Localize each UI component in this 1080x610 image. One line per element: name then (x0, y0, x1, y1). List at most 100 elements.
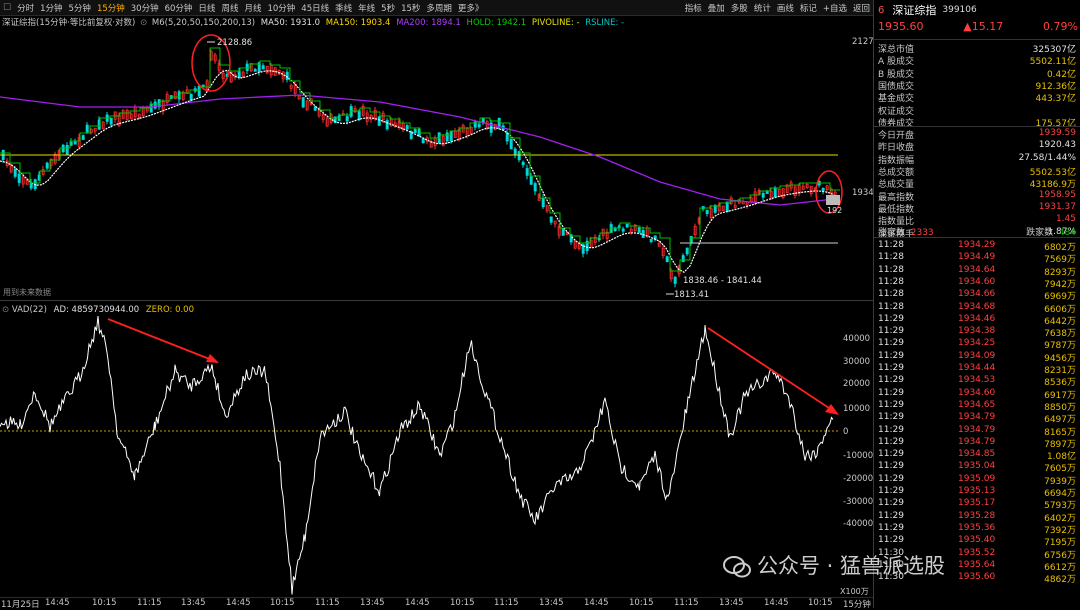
quote-header: 6 深证综指 399106 (878, 2, 1078, 18)
period-tab[interactable]: 更多》 (455, 2, 487, 14)
tick-volume: 7942万 (1044, 279, 1076, 290)
period-tab[interactable]: 日线 (195, 2, 218, 14)
time-label: 14:45 (764, 598, 789, 608)
vad-settings-icon[interactable]: ⊙ (2, 305, 9, 315)
candle (685, 247, 689, 255)
vad-axis-label: 30000 (843, 357, 870, 367)
candle (405, 125, 409, 130)
tick-volume: 8850万 (1044, 402, 1076, 413)
tick-row: 11:29 1935.17 5793万 (874, 498, 1080, 511)
toolbar-button[interactable]: 画线 (774, 2, 797, 14)
vad-axis-label: -10000 (843, 451, 873, 461)
tick-row: 11:28 1934.68 6606万 (874, 302, 1080, 315)
period-tab[interactable]: 45日线 (298, 2, 332, 14)
stat-row: 总成交量 43186.9万 (874, 177, 1080, 191)
quote-price-line: 1935.60 ▲15.17 0.79% (878, 20, 1078, 36)
period-tab[interactable]: 年线 (355, 2, 378, 14)
ma50-line (0, 69, 835, 273)
period-tab[interactable]: 1分钟 (37, 2, 65, 14)
period-tab[interactable]: 5分钟 (66, 2, 94, 14)
tick-price: 1934.85 (958, 449, 996, 460)
period-tab[interactable]: 15秒 (398, 2, 423, 14)
period-tab[interactable]: 60分钟 (162, 2, 196, 14)
period-tab[interactable]: 月线 (241, 2, 264, 14)
ad-value: AD: 4859730944.00 (53, 305, 140, 315)
tick-row: 11:29 1934.44 8231万 (874, 363, 1080, 376)
period-tab[interactable]: 30分钟 (128, 2, 162, 14)
price-chart[interactable]: 2128.86 1838.46 - 1841.44 1813.41 192 21… (0, 27, 873, 298)
future-data-note: 用到未来数据 (3, 287, 51, 297)
time-label: 10:15 (808, 598, 833, 608)
toolbar-button[interactable]: 多股 (728, 2, 751, 14)
time-label: 10:15 (450, 598, 475, 608)
tick-volume: 7195万 (1044, 538, 1076, 549)
stat-row: 昨日收盘 1920.43 (874, 140, 1080, 153)
candle (85, 124, 89, 133)
tick-time: 11:29 (878, 436, 904, 447)
period-tab[interactable]: 多周期 (423, 2, 455, 14)
tick-row: 11:29 1934.25 9787万 (874, 338, 1080, 352)
tick-volume: 9456万 (1044, 353, 1076, 364)
toolbar-button[interactable]: 标记 (797, 2, 820, 14)
period-tab[interactable]: 10分钟 (264, 2, 298, 14)
vad-axis-label: -30000 (843, 497, 873, 507)
stat-value: 5502.53亿 (1029, 168, 1076, 178)
stat-value: 1958.95 (1038, 189, 1076, 200)
candle (513, 148, 517, 156)
tick-time: 11:29 (878, 375, 904, 386)
tick-row: 11:29 1934.46 6442万 (874, 313, 1080, 327)
stat-label: 最高指数 (878, 192, 915, 203)
toolbar-button[interactable]: +自选 (820, 2, 850, 14)
time-label: 14:45 (45, 598, 70, 608)
tick-price: 1934.46 (958, 313, 996, 324)
chart-menu-icon[interactable]: ☐ (0, 3, 14, 13)
candle (705, 209, 709, 215)
tick-row: 11:29 1935.13 6694万 (874, 486, 1080, 499)
period-tab[interactable]: 季线 (332, 2, 355, 14)
watermark-text: 公众号 · 猛兽派选股 (757, 554, 946, 578)
tick-price: 1934.79 (958, 412, 996, 423)
stat-label: 今日开盘 (878, 131, 915, 142)
tick-time: 11:29 (878, 522, 904, 533)
period-tab[interactable]: 分时 (14, 2, 37, 14)
stat-row: 今日开盘 1939.59 (874, 128, 1080, 142)
period-tab[interactable]: 周线 (218, 2, 241, 14)
time-label: 11:15 (315, 598, 340, 608)
tick-time: 11:28 (878, 252, 904, 263)
candle (649, 238, 653, 243)
period-tab[interactable]: 5秒 (378, 2, 398, 14)
tick-row: 11:29 1935.28 6402万 (874, 511, 1080, 524)
tick-volume: 7638万 (1044, 329, 1076, 340)
tick-volume: 7897万 (1044, 439, 1076, 450)
candle (509, 139, 513, 150)
tick-price: 1934.29 (958, 240, 996, 250)
time-label: 11:15 (674, 598, 699, 608)
divergence-arrows (107, 318, 839, 415)
toolbar-button[interactable]: 指标 (682, 2, 705, 14)
candle (541, 197, 545, 208)
candle (65, 145, 69, 155)
candle (245, 63, 249, 71)
candle (237, 70, 241, 78)
tick-row: 11:28 1934.29 6802万 (874, 240, 1080, 253)
toolbar-button[interactable]: 返回 (850, 2, 873, 14)
tick-price: 1934.53 (958, 375, 996, 386)
toolbar-button[interactable]: 统计 (751, 2, 774, 14)
vad-axis-label: 0 (843, 427, 848, 437)
tick-price: 1934.65 (958, 399, 996, 410)
tick-price: 1934.79 (958, 424, 996, 435)
tick-time: 11:29 (878, 473, 904, 484)
candle (261, 65, 265, 70)
toolbar-button[interactable]: 叠加 (705, 2, 728, 14)
period-tabs: 分时 1分钟 5分钟 15分钟 30分钟 60分钟 日线 周线 月线 10分钟 45日线 季线 年线 5秒… (14, 2, 486, 14)
tick-volume: 6612万 (1044, 562, 1076, 573)
tick-row: 11:28 1934.64 8293万 (874, 265, 1080, 278)
period-tab[interactable]: 15分钟 (94, 2, 128, 14)
tick-row: 11:29 1934.53 8536万 (874, 375, 1080, 388)
tick-price: 1934.25 (958, 338, 996, 349)
tick-volume: 9787万 (1044, 341, 1076, 352)
high-label: 2128.86 (217, 38, 252, 48)
period-toolbar: ☐ 分时 1分钟 5分钟 15分钟 30分钟 60分钟 日线 周线 月线 10分钟 45日线 季线 年线… (0, 0, 873, 16)
stat-label: 总成交量 (878, 180, 915, 191)
tick-volume: 8231万 (1044, 366, 1076, 376)
